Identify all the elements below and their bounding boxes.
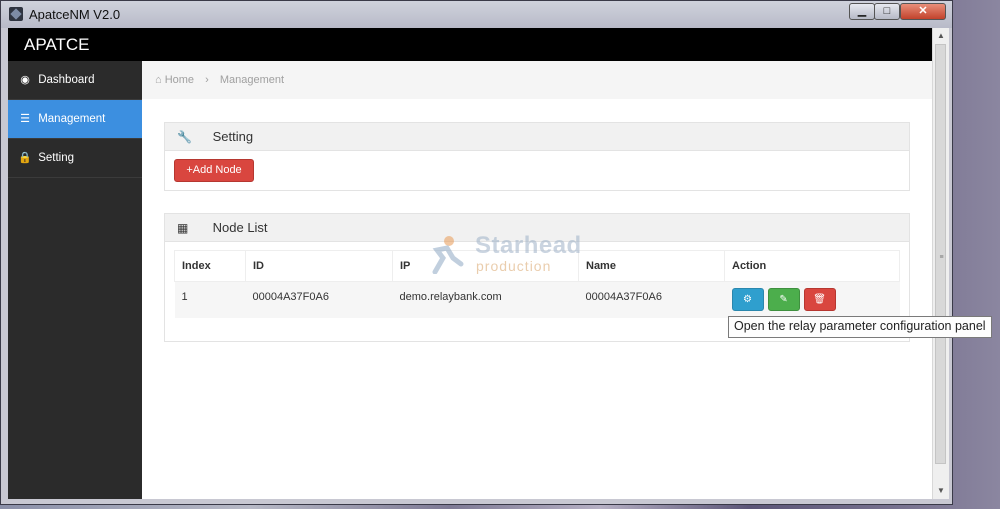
- column-header-id[interactable]: ID: [245, 250, 393, 282]
- breadcrumb-separator: ›: [205, 74, 209, 86]
- wrench-icon: 🔧: [177, 130, 192, 144]
- sidebar-item-dashboard[interactable]: ◉ Dashboard: [8, 61, 142, 100]
- sidebar-item-setting[interactable]: 🔒 Setting: [8, 139, 142, 178]
- column-header-action: Action: [724, 250, 900, 282]
- lock-icon: 🔒: [18, 152, 32, 164]
- app-icon: [9, 7, 23, 21]
- edit-button[interactable]: ✎: [767, 288, 800, 311]
- cell-actions: ⚙ ✎ 🗑: [724, 281, 900, 318]
- scroll-up-arrow[interactable]: ▲: [933, 29, 949, 43]
- breadcrumb: ⌂ Home › Management: [142, 61, 932, 99]
- cell-ip: demo.relaybank.com: [392, 281, 579, 318]
- list-icon: ☰: [20, 113, 30, 125]
- add-node-label: Add Node: [192, 164, 242, 176]
- gear-icon: ⚙: [743, 294, 752, 305]
- breadcrumb-home-link[interactable]: Home: [165, 74, 194, 86]
- cell-name: 00004A37F0A6: [578, 281, 725, 318]
- top-navbar: APATCE: [8, 28, 932, 61]
- column-header-index[interactable]: Index: [174, 250, 246, 282]
- add-node-button[interactable]: +Add Node: [174, 159, 254, 182]
- table-row: 1 00004A37F0A6 demo.relaybank.com 00004A…: [174, 281, 900, 318]
- sidebar-item-label: Dashboard: [38, 74, 95, 86]
- vertical-scrollbar[interactable]: ▲ ≡ ▼: [932, 28, 949, 499]
- grid-icon: ▦: [177, 221, 189, 235]
- scroll-down-arrow[interactable]: ▼: [933, 484, 949, 498]
- setting-panel-title: Setting: [212, 129, 254, 144]
- edit-icon: ✎: [779, 294, 788, 305]
- dashboard-icon: ◉: [20, 74, 30, 86]
- breadcrumb-current: Management: [219, 74, 285, 86]
- sidebar-item-label: Setting: [38, 152, 75, 164]
- sidebar: ◉ Dashboard ☰ Management 🔒 Setting: [8, 61, 142, 499]
- close-button[interactable]: ✕: [900, 3, 946, 20]
- scroll-thumb[interactable]: ≡: [935, 44, 946, 464]
- minimize-button[interactable]: ▁: [849, 3, 875, 20]
- window-titlebar[interactable]: ApatceNM V2.0 ▁ □ ✕: [1, 1, 952, 28]
- tooltip: Open the relay parameter configuration p…: [728, 316, 992, 338]
- sidebar-item-label: Management: [38, 113, 106, 125]
- cell-id: 00004A37F0A6: [245, 281, 393, 318]
- maximize-button[interactable]: □: [874, 3, 900, 20]
- sidebar-item-management[interactable]: ☰ Management: [8, 100, 142, 139]
- configure-button[interactable]: ⚙: [731, 288, 764, 311]
- running-figure-icon: [432, 236, 464, 274]
- delete-button[interactable]: 🗑: [803, 288, 836, 311]
- column-header-name[interactable]: Name: [578, 250, 725, 282]
- node-list-panel-title: Node List: [212, 220, 268, 235]
- watermark: Starhead production: [425, 232, 585, 277]
- watermark-subtitle: production: [476, 258, 552, 274]
- setting-panel: 🔧 Setting +Add Node: [164, 122, 910, 191]
- cell-index: 1: [174, 281, 246, 318]
- window-title: ApatceNM V2.0: [29, 7, 121, 22]
- setting-panel-header: 🔧 Setting: [165, 123, 909, 151]
- home-icon: ⌂: [155, 74, 165, 86]
- scroll-grip-icon: ≡: [939, 254, 944, 261]
- trash-icon: 🗑: [813, 294, 826, 305]
- watermark-title: Starhead: [475, 232, 582, 259]
- main-content: ⌂ Home › Management 🔧 Setting +Add Node …: [142, 61, 932, 499]
- brand-logo[interactable]: APATCE: [24, 35, 90, 55]
